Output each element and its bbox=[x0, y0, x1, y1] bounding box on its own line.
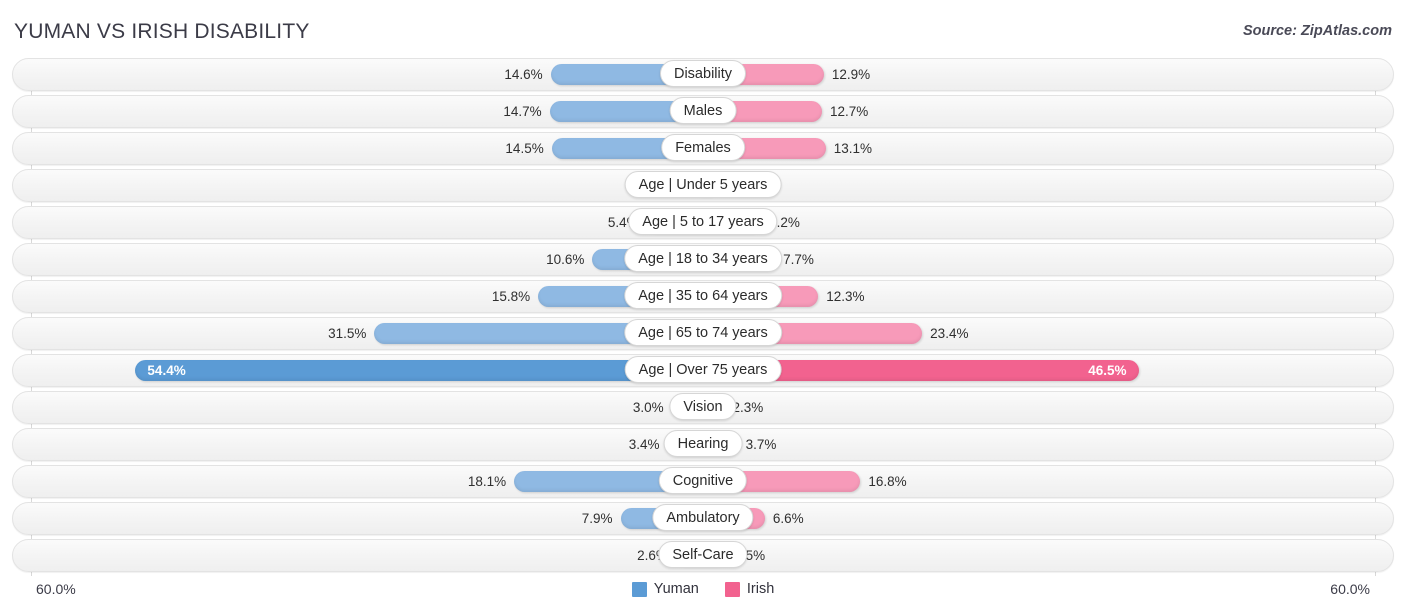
value-label-right: 12.7% bbox=[829, 103, 869, 119]
value-label-left: 3.0% bbox=[632, 399, 664, 415]
value-label-left: 14.7% bbox=[503, 103, 542, 119]
value-label-left: 18.1% bbox=[467, 473, 507, 489]
row-label-pill[interactable]: Females bbox=[661, 133, 745, 161]
value-label-left: 14.6% bbox=[504, 67, 543, 82]
bar-row[interactable]: 10.6% 7.7% Age | 18 to 34 years bbox=[0, 242, 1406, 277]
source-attribution: Source: ZipAtlas.com bbox=[1242, 23, 1392, 39]
chart-root: YUMAN VS IRISH DISABILITY Source: ZipAtl… bbox=[0, 0, 1406, 612]
row-label-pill[interactable]: Age | 65 to 74 years bbox=[624, 318, 782, 346]
bar-row[interactable]: 5.4% 6.2% Age | 5 to 17 years bbox=[0, 205, 1406, 240]
value-label-right: 3.7% bbox=[745, 436, 777, 452]
row-label-pill[interactable]: Age | 35 to 64 years bbox=[624, 281, 782, 309]
bar-row[interactable]: 0.95%1.7%Age | Under 5 years bbox=[0, 168, 1406, 203]
legend-label: Irish bbox=[746, 581, 775, 597]
plot-area: 14.6% 12.9% Disability 14.7% 12.7% Males 14.5%… bbox=[0, 58, 1406, 576]
bar-row[interactable]: 3.0% 2.3% Vision bbox=[0, 390, 1406, 425]
value-label-right: 7.7% bbox=[783, 251, 814, 267]
row-label-pill[interactable]: Self-Care bbox=[658, 540, 748, 568]
row-label-pill[interactable]: Cognitive bbox=[658, 466, 748, 494]
bar-row[interactable]: 54.4% 46.5% Age | Over 75 years bbox=[0, 353, 1406, 388]
value-label-right: 46.5% bbox=[1088, 362, 1127, 378]
legend-swatch-icon bbox=[631, 581, 647, 597]
value-label-left: 2.6% bbox=[637, 547, 668, 563]
row-label-pill[interactable]: Age | Over 75 years bbox=[624, 355, 782, 383]
value-label-right: 16.8% bbox=[868, 473, 907, 489]
row-label-pill[interactable]: Vision bbox=[669, 392, 737, 420]
bar-row[interactable]: 31.5% 23.4% Age | 65 to 74 years bbox=[0, 316, 1406, 351]
value-label-left: 7.9% bbox=[581, 510, 613, 526]
chart-header: YUMAN VS IRISH DISABILITY Source: ZipAtl… bbox=[0, 0, 1406, 58]
row-label-pill[interactable]: Ambulatory bbox=[652, 503, 754, 531]
bar-row[interactable]: 14.7% 12.7% Males bbox=[0, 94, 1406, 129]
legend-item[interactable]: Irish bbox=[724, 581, 775, 597]
bar-row[interactable]: 15.8% 12.3% Age | 35 to 64 years bbox=[0, 279, 1406, 314]
bar-row[interactable]: 18.1% 16.8% Cognitive bbox=[0, 464, 1406, 499]
row-label-pill[interactable]: Males bbox=[669, 96, 737, 124]
value-label-left: 31.5% bbox=[328, 325, 367, 341]
bar-row[interactable]: 3.4% 3.7% Hearing bbox=[0, 427, 1406, 462]
value-label-right: 12.3% bbox=[826, 288, 865, 304]
row-label-pill[interactable]: Hearing bbox=[663, 429, 743, 457]
value-label-right: 2.5% bbox=[734, 547, 766, 563]
bar-row[interactable]: 7.9% 6.6% Ambulatory bbox=[0, 501, 1406, 535]
row-label-pill[interactable]: Age | 18 to 34 years bbox=[624, 244, 782, 272]
value-label-left: 14.5% bbox=[505, 140, 544, 156]
row-label-pill[interactable]: Age | 5 to 17 years bbox=[628, 207, 778, 235]
value-label-left: 5.4% bbox=[607, 214, 639, 230]
row-label-pill[interactable]: Age | Under 5 years bbox=[624, 170, 782, 198]
value-label-right: 13.1% bbox=[833, 140, 872, 156]
value-label-right: 23.4% bbox=[930, 325, 969, 341]
legend-item[interactable]: Yuman bbox=[631, 581, 699, 597]
legend-label: Yuman bbox=[653, 581, 699, 597]
value-label-right: 12.9% bbox=[831, 67, 871, 82]
chart-footer: 60.0% 60.0% Yuman Irish bbox=[0, 576, 1406, 612]
bar-row[interactable]: 2.6% 2.5% Self-Care bbox=[0, 538, 1406, 572]
legend-swatch-icon bbox=[724, 581, 740, 597]
value-label-right: 6.2% bbox=[769, 214, 800, 230]
bar-row[interactable]: 14.5% 13.1% Females bbox=[0, 131, 1406, 166]
bar-rows-container: 14.6% 12.9% Disability 14.7% 12.7% Males 14.5%… bbox=[0, 58, 1406, 576]
value-label-right: 6.6% bbox=[772, 510, 804, 526]
bar-row[interactable]: 14.6% 12.9% Disability bbox=[0, 58, 1406, 92]
value-label-left: 10.6% bbox=[546, 251, 585, 267]
value-label-right: 2.3% bbox=[732, 399, 764, 415]
value-label-left: 15.8% bbox=[491, 288, 531, 304]
page-title: YUMAN VS IRISH DISABILITY bbox=[14, 20, 310, 43]
value-label-left: 3.4% bbox=[628, 436, 660, 452]
chart-legend: Yuman Irish bbox=[0, 581, 1406, 597]
row-label-pill[interactable]: Disability bbox=[659, 60, 747, 87]
value-label-left: 54.4% bbox=[147, 362, 186, 378]
